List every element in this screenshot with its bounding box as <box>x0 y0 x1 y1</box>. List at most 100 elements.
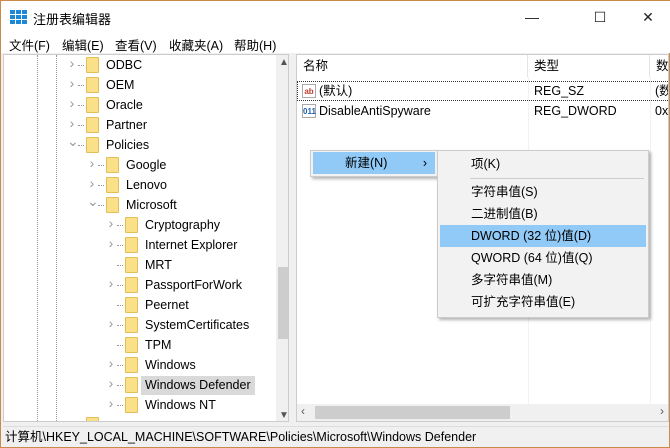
column-header-data[interactable]: 数 <box>650 55 668 77</box>
registry-editor-icon <box>10 10 27 24</box>
tree-node-label: PassportForWork <box>145 278 243 292</box>
registry-editor-window: 注册表编辑器 — ☐ ✕ 文件(F) 编辑(E) 查看(V) 收藏夹(A) 帮助… <box>0 0 670 448</box>
collapse-chevron-icon[interactable]: ⌄ <box>87 193 99 210</box>
collapse-chevron-icon[interactable]: ⌄ <box>67 133 79 150</box>
menu-item-new-value[interactable]: DWORD (32 位)值(D) <box>440 225 646 247</box>
expand-chevron-icon[interactable]: › <box>67 75 77 91</box>
tree-node[interactable]: › Google <box>4 155 276 175</box>
menu-item-new-value[interactable]: 二进制值(B) <box>440 203 646 225</box>
menu-favorites[interactable]: 收藏夹(A) <box>169 35 223 54</box>
tree-node[interactable]: Peernet <box>4 295 276 315</box>
scroll-left-icon[interactable]: ‹ <box>301 404 305 418</box>
tree-node[interactable]: › Windows <box>4 355 276 375</box>
menu-help[interactable]: 帮助(H) <box>234 35 276 54</box>
tree-node[interactable]: › Windows Defender <box>4 375 276 395</box>
menu-bar: 文件(F) 编辑(E) 查看(V) 收藏夹(A) 帮助(H) <box>1 33 670 53</box>
scroll-right-icon[interactable]: › <box>660 404 664 418</box>
tree-node[interactable]: MRT <box>4 255 276 275</box>
tree-node-label: SystemCertificates <box>145 318 250 332</box>
tree-node[interactable]: › OEM <box>4 75 276 95</box>
value-name: DisableAntiSpyware <box>319 104 431 118</box>
expand-chevron-icon[interactable]: › <box>106 355 116 371</box>
menu-item-new-value[interactable]: 可扩充字符串值(E) <box>440 291 646 313</box>
menu-item-new-value[interactable]: QWORD (64 位)值(Q) <box>440 247 646 269</box>
dword-value-icon: 011 <box>302 104 316 118</box>
tree-node-label: Windows Defender <box>141 376 255 395</box>
tree-node-label: TPM <box>145 338 172 352</box>
tree-node-label: Lenovo <box>126 178 168 192</box>
folder-icon <box>86 417 99 421</box>
submenu-arrow-icon: › <box>422 156 427 170</box>
tree-node[interactable]: › Internet Explorer <box>4 235 276 255</box>
tree-node-label: Policies <box>106 138 150 152</box>
expand-chevron-icon[interactable]: › <box>67 95 77 111</box>
folder-icon <box>86 137 99 153</box>
tree-node[interactable]: › SystemCertificates <box>4 315 276 335</box>
folder-icon <box>125 377 138 393</box>
minimize-button[interactable]: — <box>509 1 555 33</box>
tree-node-label: Partner <box>106 118 147 132</box>
expand-chevron-icon[interactable]: › <box>106 315 116 331</box>
menu-view[interactable]: 查看(V) <box>115 35 157 54</box>
tree-node-label: MRT <box>145 258 172 272</box>
tree-scroll-thumb[interactable] <box>278 267 288 339</box>
value-type: REG_SZ <box>534 84 585 98</box>
folder-icon <box>86 77 99 93</box>
column-header-type[interactable]: 类型 <box>528 55 650 77</box>
expand-chevron-icon[interactable]: › <box>106 215 116 231</box>
folder-icon <box>86 97 99 113</box>
scroll-down-icon[interactable]: ▼ <box>276 410 288 421</box>
column-header-name[interactable]: 名称 <box>297 55 528 77</box>
folder-icon <box>106 197 119 213</box>
values-scroll-thumb[interactable] <box>315 406 510 419</box>
tree-node[interactable]: ⌄ Microsoft <box>4 193 276 215</box>
menu-item-new[interactable]: 新建(N) › <box>313 152 435 174</box>
tree-node-label: Windows <box>145 358 196 372</box>
tree-node[interactable]: › Lenovo <box>4 175 276 195</box>
tree-node[interactable]: › Windows NT <box>4 395 276 415</box>
folder-icon <box>125 277 138 293</box>
value-row-disableantispyware[interactable]: 011 DisableAntiSpyware REG_DWORD 0x <box>297 101 668 121</box>
folder-icon <box>125 237 138 253</box>
tree-node[interactable]: TPM <box>4 335 276 355</box>
tree-node-label: Microsoft <box>126 198 177 212</box>
menu-item-key[interactable]: 项(K) <box>440 153 646 175</box>
close-button[interactable]: ✕ <box>625 1 670 33</box>
tree-node[interactable]: › ODBC <box>4 55 276 75</box>
tree-node[interactable]: ⌄ Policies <box>4 133 276 155</box>
folder-icon <box>125 297 138 313</box>
folder-icon <box>125 257 138 273</box>
expand-chevron-icon[interactable]: › <box>67 55 77 71</box>
menu-item-new-value[interactable]: 多字符串值(M) <box>440 269 646 291</box>
maximize-button[interactable]: ☐ <box>577 1 623 33</box>
context-menu: 新建(N) › <box>310 150 438 177</box>
tree-node[interactable]: › Oracle <box>4 95 276 115</box>
value-row-default[interactable]: ab (默认) REG_SZ (数 <box>297 81 668 101</box>
tree-node-label: Peernet <box>145 298 189 312</box>
expand-chevron-icon[interactable]: › <box>87 155 97 171</box>
menu-item-new-value[interactable]: 字符串值(S) <box>440 181 646 203</box>
value-name: (默认) <box>319 84 353 98</box>
expand-chevron-icon[interactable]: › <box>106 275 116 291</box>
tree-node-label: Cryptography <box>145 218 221 232</box>
scroll-up-icon[interactable]: ▲ <box>276 57 288 68</box>
menu-edit[interactable]: 编辑(E) <box>62 35 104 54</box>
tree-node[interactable]: › Cryptography <box>4 215 276 235</box>
folder-icon <box>125 357 138 373</box>
menu-item-new-label: 新建(N) <box>345 156 388 170</box>
values-horizontal-scrollbar[interactable]: ‹ › <box>297 404 668 421</box>
expand-chevron-icon[interactable]: › <box>106 235 116 251</box>
folder-icon <box>125 337 138 353</box>
menu-file[interactable]: 文件(F) <box>9 35 50 54</box>
tree-node[interactable]: › PassportForWork <box>4 275 276 295</box>
expand-chevron-icon[interactable]: › <box>106 375 116 391</box>
tree-vertical-scrollbar[interactable]: ▲ ▼ <box>276 55 288 421</box>
expand-chevron-icon[interactable]: › <box>106 395 116 411</box>
expand-chevron-icon[interactable]: › <box>67 115 77 131</box>
tree-node-label: OEM <box>106 78 135 92</box>
folder-icon <box>86 117 99 133</box>
value-data: (数 <box>655 84 668 98</box>
registry-tree: › ODBC › OEM › Oracle › Partner ⌄ Policies › Google… <box>3 54 289 422</box>
expand-chevron-icon[interactable]: › <box>87 175 97 191</box>
tree-node[interactable]: › Partner <box>4 115 276 135</box>
